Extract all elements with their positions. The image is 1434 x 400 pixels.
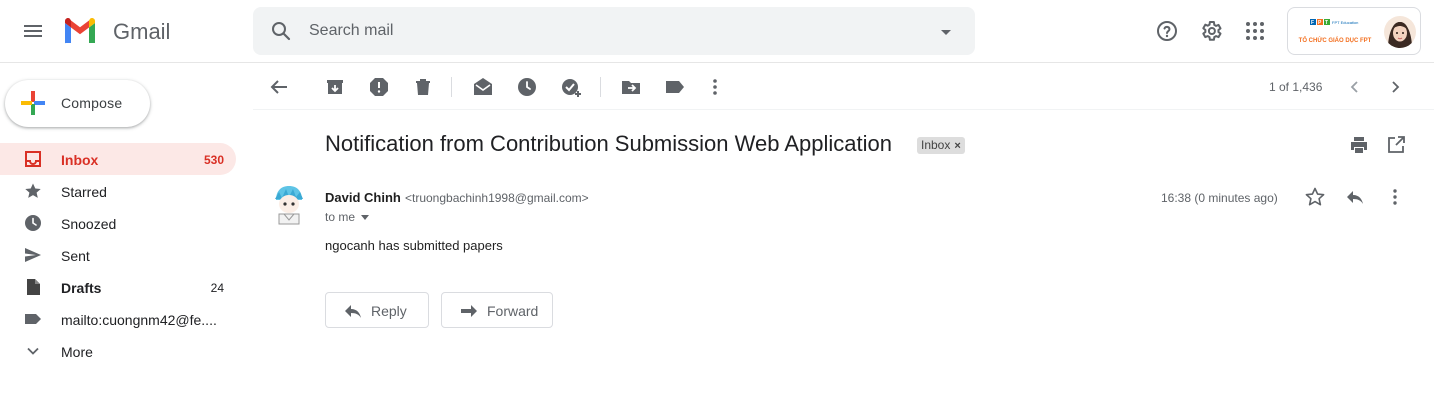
sidebar-item-drafts[interactable]: Drafts 24 (0, 271, 236, 303)
reply-button[interactable]: Reply (325, 292, 429, 328)
gmail-logo-icon[interactable] (62, 16, 98, 44)
settings-gear-icon[interactable] (1199, 19, 1223, 43)
reply-arrow-icon[interactable] (1344, 186, 1366, 208)
account-switcher[interactable]: F P T FPT Education TỔ CHỨC GIÁO DỤC FPT (1287, 7, 1421, 55)
user-avatar[interactable] (1384, 16, 1416, 48)
organization-logo: F P T FPT Education TỔ CHỨC GIÁO DỤC FPT (1298, 15, 1372, 49)
reply-label: Reply (371, 303, 407, 319)
sidebar-item-more[interactable]: More (0, 335, 236, 367)
send-icon (24, 246, 42, 264)
inbox-icon (24, 150, 42, 168)
reply-icon (344, 302, 362, 320)
app-name: Gmail (113, 19, 171, 44)
top-header: Gmail F P T FPT Education TỔ CHỨ (0, 0, 1434, 63)
chevron-down-icon (24, 342, 42, 360)
sidebar-item-sent[interactable]: Sent (0, 239, 236, 271)
drafts-count: 24 (210, 281, 224, 295)
report-spam-icon[interactable] (367, 75, 391, 99)
search-options-dropdown-icon[interactable] (934, 20, 958, 44)
star-icon (24, 182, 42, 200)
remove-label-button[interactable]: × (954, 140, 960, 152)
apps-grid-icon[interactable] (1243, 19, 1267, 43)
svg-text:F: F (1311, 20, 1314, 26)
message-body: ngocanh has submitted papers (325, 238, 503, 253)
pagination-text: 1 of 1,436 (1269, 80, 1323, 94)
message-subject: Notification from Contribution Submissio… (325, 131, 892, 156)
sidebar-item-label: Inbox (61, 152, 99, 168)
older-chevron-right-icon[interactable] (1383, 75, 1407, 99)
toolbar-divider (451, 77, 452, 97)
sender-email: <truongbachinh1998@gmail.com> (405, 191, 589, 205)
snooze-clock-icon[interactable] (515, 75, 539, 99)
forward-icon (460, 302, 478, 320)
newer-chevron-left-icon[interactable] (1343, 75, 1367, 99)
move-to-folder-icon[interactable] (619, 75, 643, 99)
compose-button[interactable]: Compose (5, 80, 150, 127)
caret-down-icon (361, 215, 370, 221)
label-tag-icon[interactable] (663, 75, 687, 99)
org-name: TỔ CHỨC GIÁO DỤC FPT (1298, 38, 1372, 44)
search-input[interactable] (309, 19, 909, 43)
sidebar-item-label-mailto[interactable]: mailto:cuongnm42@fe.... (0, 303, 236, 335)
sidebar-item-label: Snoozed (61, 216, 117, 232)
main-menu-icon[interactable] (21, 19, 45, 43)
org-logo-text: FPT Education (1332, 20, 1358, 25)
sender-name[interactable]: David Chinh (325, 190, 401, 205)
print-icon[interactable] (1349, 135, 1369, 155)
help-icon[interactable] (1155, 19, 1179, 43)
sidebar-item-label: Starred (61, 184, 107, 200)
compose-plus-icon (19, 89, 47, 117)
svg-text:T: T (1325, 20, 1328, 26)
more-vert-icon[interactable] (1384, 186, 1406, 208)
sidebar-item-label: Sent (61, 248, 90, 264)
sidebar-item-label: More (61, 344, 93, 360)
sidebar-item-inbox[interactable]: Inbox 530 (0, 143, 236, 175)
recipient-details-toggle[interactable]: to me (325, 210, 370, 224)
recipient-text: to me (325, 210, 356, 224)
mark-unread-icon[interactable] (471, 75, 495, 99)
sidebar-item-label: mailto:cuongnm42@fe.... (61, 312, 217, 328)
sender-avatar[interactable] (272, 184, 306, 228)
forward-label: Forward (487, 303, 539, 319)
delete-trash-icon[interactable] (411, 75, 435, 99)
toolbar-divider (600, 77, 601, 97)
sidebar-item-snoozed[interactable]: Snoozed (0, 207, 236, 239)
message-timestamp: 16:38 (0 minutes ago) (1161, 191, 1278, 205)
search-bar (253, 7, 975, 55)
unread-count: 530 (203, 153, 224, 167)
label-icon (24, 310, 42, 328)
star-message-icon[interactable] (1304, 186, 1326, 208)
sidebar-nav: Inbox 530 Starred Snoozed Sent Drafts 24… (0, 143, 240, 367)
more-options-icon[interactable] (703, 75, 727, 99)
add-to-tasks-icon[interactable] (559, 75, 583, 99)
archive-icon[interactable] (323, 75, 347, 99)
label-chip-text: Inbox (921, 138, 951, 152)
clock-icon (24, 214, 42, 232)
open-in-new-window-icon[interactable] (1386, 135, 1406, 155)
sidebar-item-label: Drafts (61, 280, 102, 296)
inbox-label-chip: Inbox × (917, 137, 965, 154)
search-icon[interactable] (269, 19, 293, 43)
compose-label: Compose (61, 95, 123, 111)
draft-icon (24, 278, 42, 296)
sidebar-item-starred[interactable]: Starred (0, 175, 236, 207)
back-arrow-icon[interactable] (267, 75, 291, 99)
message-toolbar: 1 of 1,436 (253, 63, 1434, 110)
forward-button[interactable]: Forward (441, 292, 553, 328)
